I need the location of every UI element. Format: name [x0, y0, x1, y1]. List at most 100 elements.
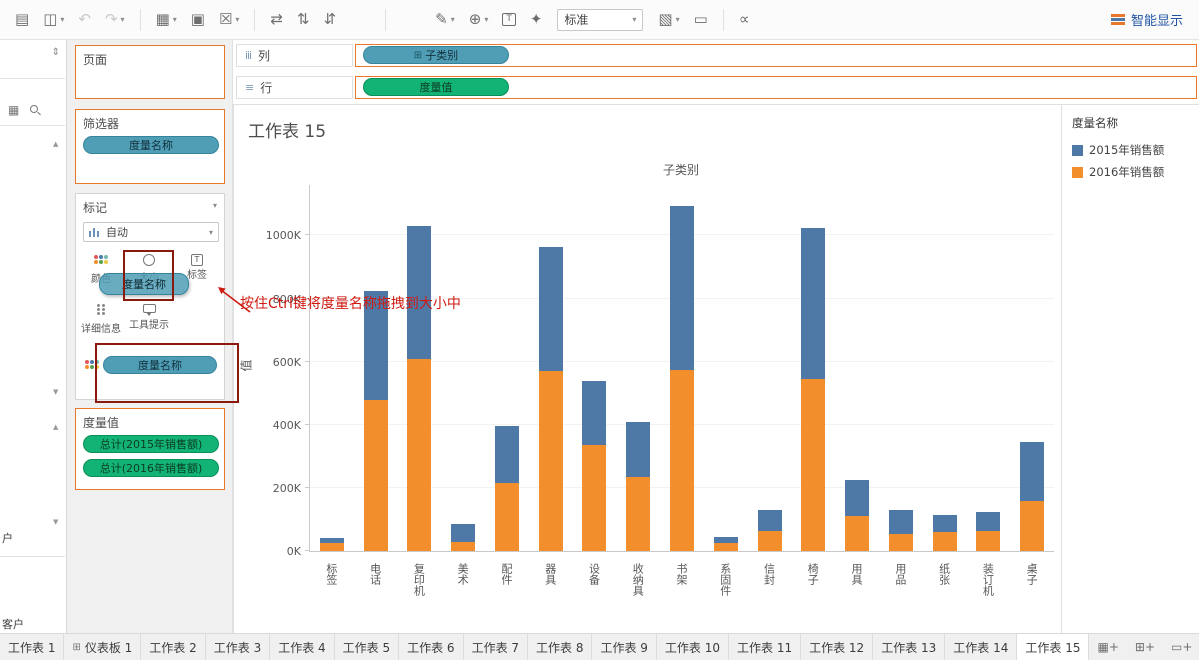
measure-values-pill-2016[interactable]: 总计(2016年销售额): [83, 459, 219, 477]
share-icon[interactable]: ∝: [734, 9, 755, 30]
new-story-tab-icon[interactable]: ▭+: [1163, 634, 1199, 660]
bar-书架-2015年销售额[interactable]: [670, 205, 694, 370]
fit-mode-dropdown[interactable]: 标准 ▾: [557, 8, 644, 31]
add-data-source-icon[interactable]: ▤: [10, 9, 34, 30]
bar-纸张-2016年销售额[interactable]: [932, 532, 957, 551]
bar-收纳具-2015年销售额[interactable]: [626, 421, 651, 477]
bar-纸张-2015年销售额[interactable]: [932, 514, 957, 533]
group-icon[interactable]: ⊕ ▾: [464, 9, 494, 30]
bar-桌子-2015年销售额[interactable]: [1020, 442, 1045, 501]
show-cards-icon[interactable]: ▧ ▾: [653, 9, 684, 30]
sheet-tab-工作表-12[interactable]: 工作表 12: [801, 634, 874, 660]
bar-电话-2016年销售额[interactable]: [363, 399, 388, 551]
filters-shelf[interactable]: 筛选器 度量名称: [75, 109, 225, 184]
bar-信封-2016年销售额[interactable]: [757, 530, 782, 551]
sheet-tab-工作表-14[interactable]: 工作表 14: [945, 634, 1018, 660]
annotation-arrow: [218, 287, 251, 313]
mark-type-dropdown[interactable]: 自动 ▾: [83, 222, 219, 242]
show-mark-labels-icon[interactable]: T: [497, 10, 521, 29]
sheet-tab-工作表-8[interactable]: 工作表 8: [528, 634, 593, 660]
marks-detail-button[interactable]: 详细信息: [80, 304, 122, 335]
rows-pill-measure-values[interactable]: 度量值: [363, 78, 509, 96]
bar-标签-2016年销售额[interactable]: [319, 543, 344, 551]
search-icon[interactable]: [30, 105, 38, 113]
bar-椅子-2015年销售额[interactable]: [801, 227, 826, 380]
swap-axes-icon[interactable]: ⇄: [265, 9, 288, 30]
scroll-down-icon[interactable]: ▼: [53, 388, 58, 396]
y-axis-tick-label: 400K: [272, 418, 301, 432]
bar-器具-2016年销售额[interactable]: [538, 371, 563, 551]
bar-信封-2015年销售额[interactable]: [757, 510, 782, 531]
bar-器具-2015年销售额[interactable]: [538, 246, 563, 372]
bar-设备-2015年销售额[interactable]: [582, 380, 607, 446]
sheet-tab-工作表-6[interactable]: 工作表 6: [399, 634, 464, 660]
pages-shelf[interactable]: 页面: [75, 45, 225, 99]
sheet-tab-工作表-7[interactable]: 工作表 7: [464, 634, 529, 660]
clear-sheet-icon[interactable]: ☒ ▾: [214, 9, 244, 30]
sheet-tab-工作表-13[interactable]: 工作表 13: [873, 634, 946, 660]
new-worksheet-icon[interactable]: ▦ ▾: [151, 9, 182, 30]
sheet-tab-仪表板-1[interactable]: ⊞ 仪表板 1: [64, 634, 142, 660]
bar-系固件-2016年销售额[interactable]: [713, 543, 738, 551]
fix-axes-icon[interactable]: ✦: [525, 9, 548, 30]
view-data-grid-icon[interactable]: ▦: [8, 103, 19, 117]
new-worksheet-tab-icon[interactable]: ▦+: [1089, 634, 1126, 660]
sheet-tab-工作表-3[interactable]: 工作表 3: [206, 634, 271, 660]
marks-tooltip-button[interactable]: 工具提示: [128, 304, 170, 331]
highlight-icon[interactable]: ✎ ▾: [430, 9, 460, 30]
measure-values-pill-2015[interactable]: 总计(2015年销售额): [83, 435, 219, 453]
sort-ascending-icon[interactable]: ⇅: [292, 9, 315, 30]
duplicate-sheet-icon[interactable]: ▣: [186, 9, 210, 30]
legend-item-2016[interactable]: 2016年销售额: [1062, 161, 1199, 183]
y-axis-tick-label: 200K: [272, 481, 301, 495]
sheet-tab-工作表-10[interactable]: 工作表 10: [657, 634, 730, 660]
sheet-tab-工作表-9[interactable]: 工作表 9: [592, 634, 657, 660]
x-axis-label: 系固件: [718, 563, 732, 596]
bar-设备-2016年销售额[interactable]: [582, 445, 607, 551]
label-icon: [191, 254, 203, 266]
sheet-tab-工作表-5[interactable]: 工作表 5: [335, 634, 400, 660]
bar-装订机-2015年销售额[interactable]: [976, 511, 1001, 531]
bar-美术-2016年销售额[interactable]: [451, 541, 476, 551]
new-dashboard-tab-icon[interactable]: ⊞+: [1127, 634, 1163, 660]
bar-复印机-2016年销售额[interactable]: [407, 358, 432, 551]
bar-用具-2016年销售额[interactable]: [845, 516, 870, 551]
bar-桌子-2016年销售额[interactable]: [1020, 500, 1045, 551]
highlight-box-color-pill: [95, 343, 239, 403]
bar-用品-2015年销售额[interactable]: [888, 510, 913, 534]
columns-pill-subcategory[interactable]: ⊞ 子类别: [363, 46, 509, 64]
sheet-tab-工作表-1[interactable]: 工作表 1: [0, 634, 65, 660]
legend-item-2015[interactable]: 2015年销售额: [1062, 139, 1199, 161]
sheet-tab-工作表-4[interactable]: 工作表 4: [270, 634, 335, 660]
bar-配件-2016年销售额[interactable]: [494, 483, 519, 551]
save-icon[interactable]: ◫ ▾: [38, 9, 69, 30]
bar-美术-2015年销售额[interactable]: [451, 524, 476, 542]
bar-用具-2015年销售额[interactable]: [845, 480, 870, 517]
sheet-tab-工作表-15[interactable]: 工作表 15: [1017, 634, 1090, 660]
marks-card-menu-icon[interactable]: ▾: [213, 201, 217, 210]
show-me-button[interactable]: 智能显示: [1110, 10, 1191, 29]
bar-书架-2016年销售额[interactable]: [670, 369, 694, 551]
bar-装订机-2016年销售额[interactable]: [976, 530, 1001, 551]
redo-icon[interactable]: ↷ ▾: [100, 9, 130, 30]
bar-椅子-2016年销售额[interactable]: [801, 379, 826, 551]
scroll-up-icon[interactable]: ▲: [53, 140, 58, 148]
scroll-down-icon[interactable]: ▼: [53, 518, 58, 526]
presentation-mode-icon[interactable]: ▭: [689, 9, 713, 30]
sort-descending-icon[interactable]: ⇵: [319, 9, 342, 30]
bar-系固件-2015年销售额[interactable]: [713, 536, 738, 544]
bar-收纳具-2016年销售额[interactable]: [626, 476, 651, 551]
bar-标签-2015年销售额[interactable]: [319, 538, 344, 544]
data-pane-field[interactable]: 客户: [2, 616, 64, 632]
bar-用品-2016年销售额[interactable]: [888, 533, 913, 551]
undo-icon[interactable]: ↶: [73, 9, 96, 30]
sheet-tab-工作表-2[interactable]: 工作表 2: [141, 634, 206, 660]
scroll-up-icon[interactable]: ▲: [53, 423, 58, 431]
data-pane-field[interactable]: 户: [2, 530, 64, 546]
data-pane-expand-icon[interactable]: ⇕: [52, 47, 60, 58]
columns-icon: ⅲ: [245, 49, 253, 62]
filter-pill-measure-names[interactable]: 度量名称: [83, 136, 219, 154]
bar-配件-2015年销售额[interactable]: [494, 426, 519, 484]
sheet-tab-工作表-11[interactable]: 工作表 11: [729, 634, 802, 660]
measure-values-card[interactable]: 度量值 总计(2015年销售额) 总计(2016年销售额): [75, 408, 225, 490]
